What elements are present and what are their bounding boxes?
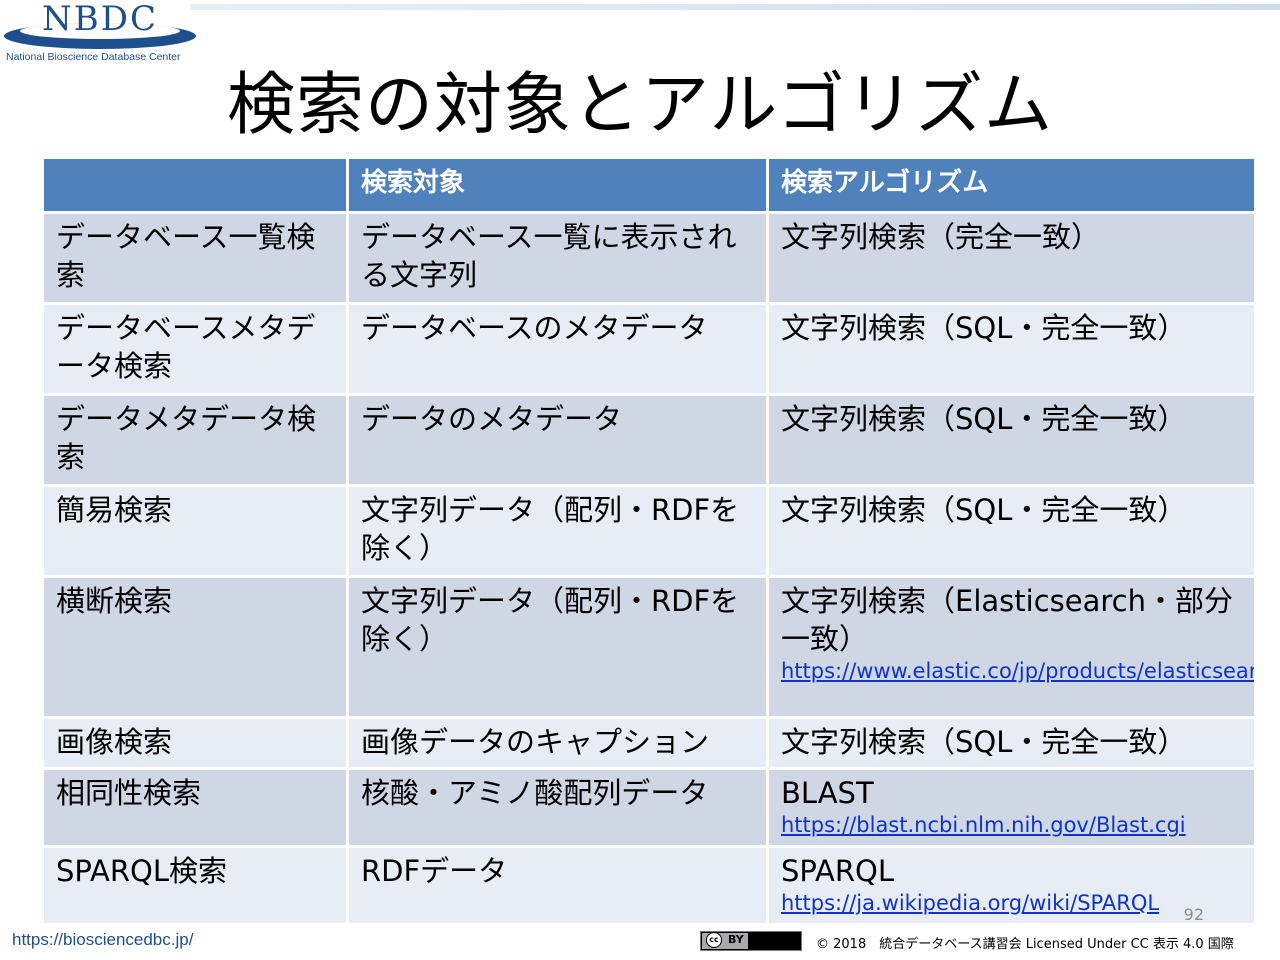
table-cell-algorithm: 文字列検索（SQL・完全一致） xyxy=(769,719,1254,767)
table-cell-target: 画像データのキャプション xyxy=(349,719,766,767)
search-table: 検索対象 検索アルゴリズム データベース一覧検索 データベース一覧に表示される文字列文… xyxy=(44,159,1254,923)
logo-subtitle: National Bioscience Database Center xyxy=(6,51,181,63)
table-header-1: 検索対象 xyxy=(349,159,766,211)
algorithm-reference-link[interactable]: https://blast.ncbi.nlm.nih.gov/Blast.cgi xyxy=(781,812,1242,838)
table-cell-name: 横断検索 xyxy=(44,578,346,716)
table-header-2: 検索アルゴリズム xyxy=(769,159,1254,211)
table-cell-name: 画像検索 xyxy=(44,719,346,767)
copyright-text: © 2018 統合データベース講習会 Licensed Under CC 表示 … xyxy=(816,937,1234,952)
table-cell-target: データのメタデータ xyxy=(349,396,766,484)
table-cell-algorithm: BLAST https://blast.ncbi.nlm.nih.gov/Blas… xyxy=(769,770,1254,845)
page-number: 92 xyxy=(1183,905,1204,924)
algorithm-text: 文字列検索（完全一致） xyxy=(781,220,1101,254)
table-cell-algorithm: 文字列検索（SQL・完全一致） xyxy=(769,396,1254,484)
table-cell-algorithm: 文字列検索（SQL・完全一致） xyxy=(769,305,1254,393)
algorithm-reference-link[interactable]: https://www.elastic.co/jp/products/elast… xyxy=(781,658,1254,684)
footer-url-link[interactable]: https://biosciencedbc.jp/ xyxy=(12,930,193,950)
table-cell-name: 簡易検索 xyxy=(44,487,346,575)
table-cell-name: 相同性検索 xyxy=(44,770,346,845)
cc-by-label: BY xyxy=(728,933,744,946)
top-decorative-rule xyxy=(190,4,1280,10)
algorithm-text: BLAST xyxy=(781,776,874,810)
nbdc-logo: NBDC National Bioscience Database Center xyxy=(0,0,200,68)
table-cell-target: データベースのメタデータ xyxy=(349,305,766,393)
algorithm-text: 文字列検索（SQL・完全一致） xyxy=(781,402,1187,436)
algorithm-text: 文字列検索（Elasticsearch・部分一致） xyxy=(781,584,1233,656)
table-header-0 xyxy=(44,159,346,211)
table-cell-algorithm: 文字列検索（SQL・完全一致） xyxy=(769,487,1254,575)
algorithm-text: SPARQL xyxy=(781,854,895,888)
table-cell-target: 文字列データ（配列・RDFを除く） xyxy=(349,578,766,716)
table-cell-name: データメタデータ検索 xyxy=(44,396,346,484)
table-cell-target: 文字列データ（配列・RDFを除く） xyxy=(349,487,766,575)
table-cell-algorithm: 文字列検索（完全一致） xyxy=(769,214,1254,302)
algorithm-text: 文字列検索（SQL・完全一致） xyxy=(781,725,1187,759)
table-cell-target: RDFデータ xyxy=(349,848,766,923)
slide-title: 検索の対象とアルゴリズム xyxy=(227,66,1053,145)
cc-license-badge[interactable]: cc BY xyxy=(700,931,802,951)
algorithm-text: 文字列検索（SQL・完全一致） xyxy=(781,493,1187,527)
table-cell-target: 核酸・アミノ酸配列データ xyxy=(349,770,766,845)
svg-text:NBDC: NBDC xyxy=(42,0,158,39)
table-cell-name: データベース一覧検索 xyxy=(44,214,346,302)
nbdc-logo-mark: NBDC xyxy=(4,0,196,49)
cc-icon: cc xyxy=(706,932,722,948)
table-cell-name: SPARQL検索 xyxy=(44,848,346,923)
table-cell-target: データベース一覧に表示される文字列 xyxy=(349,214,766,302)
table-cell-name: データベースメタデータ検索 xyxy=(44,305,346,393)
algorithm-text: 文字列検索（SQL・完全一致） xyxy=(781,311,1187,345)
table-cell-algorithm: 文字列検索（Elasticsearch・部分一致） https://www.ela… xyxy=(769,578,1254,716)
